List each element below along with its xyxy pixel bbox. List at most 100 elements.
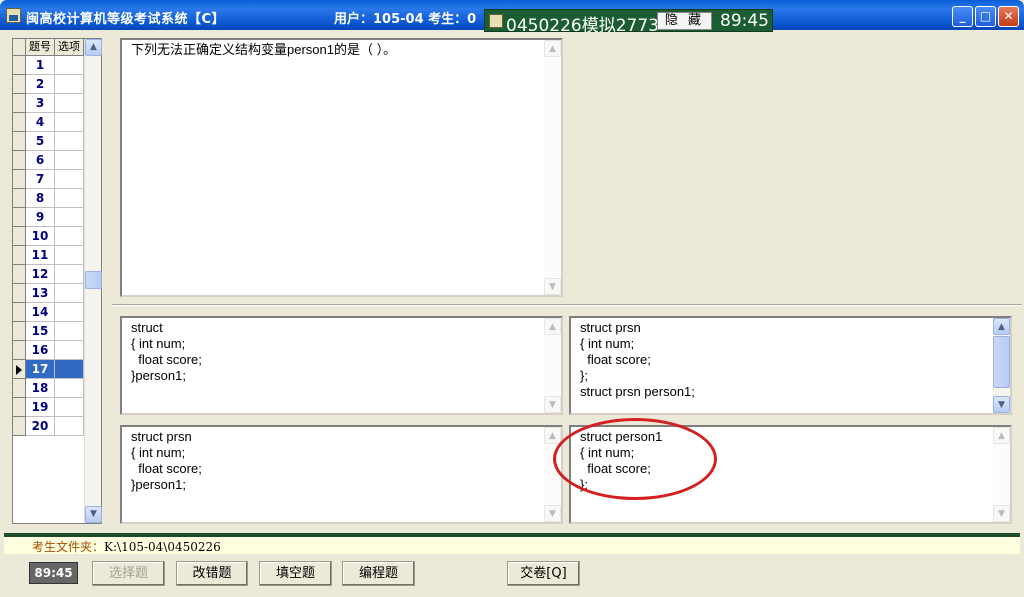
- answer-option-cell[interactable]: [55, 227, 84, 246]
- row-selector[interactable]: [13, 132, 26, 151]
- table-row[interactable]: 6: [13, 151, 84, 170]
- scroll-up-icon[interactable]: ▲: [993, 318, 1010, 335]
- option-b-pane[interactable]: struct prsn { int num; float score; }; s…: [569, 316, 1012, 415]
- table-row[interactable]: 1: [13, 56, 84, 75]
- scroll-down-icon[interactable]: ▼: [85, 506, 102, 523]
- question-number-cell[interactable]: 12: [26, 265, 55, 284]
- table-row[interactable]: 17: [13, 360, 84, 379]
- row-selector[interactable]: [13, 360, 26, 379]
- close-button[interactable]: ✕: [998, 6, 1019, 27]
- question-number-cell[interactable]: 7: [26, 170, 55, 189]
- question-number-cell[interactable]: 8: [26, 189, 55, 208]
- row-selector[interactable]: [13, 322, 26, 341]
- row-selector[interactable]: [13, 56, 26, 75]
- answer-option-cell[interactable]: [55, 94, 84, 113]
- question-number-cell[interactable]: 1: [26, 56, 55, 75]
- scroll-down-icon[interactable]: ▼: [993, 396, 1010, 413]
- table-row[interactable]: 9: [13, 208, 84, 227]
- row-selector[interactable]: [13, 303, 26, 322]
- table-row[interactable]: 11: [13, 246, 84, 265]
- table-row[interactable]: 3: [13, 94, 84, 113]
- table-row[interactable]: 2: [13, 75, 84, 94]
- question-number-cell[interactable]: 15: [26, 322, 55, 341]
- scroll-down-icon[interactable]: ▼: [544, 278, 561, 295]
- answer-option-cell[interactable]: [55, 56, 84, 75]
- grid-scrollbar[interactable]: ▲ ▼: [84, 39, 102, 523]
- answer-option-cell[interactable]: [55, 75, 84, 94]
- answer-option-cell[interactable]: [55, 265, 84, 284]
- question-number-cell[interactable]: 4: [26, 113, 55, 132]
- choice-question-button[interactable]: 选择题: [92, 561, 165, 586]
- question-number-cell[interactable]: 2: [26, 75, 55, 94]
- row-selector[interactable]: [13, 189, 26, 208]
- row-selector[interactable]: [13, 284, 26, 303]
- question-number-cell[interactable]: 17: [26, 360, 55, 379]
- row-selector[interactable]: [13, 170, 26, 189]
- row-selector[interactable]: [13, 208, 26, 227]
- answer-option-cell[interactable]: [55, 341, 84, 360]
- answer-option-cell[interactable]: [55, 246, 84, 265]
- question-number-cell[interactable]: 19: [26, 398, 55, 417]
- row-selector[interactable]: [13, 94, 26, 113]
- question-number-cell[interactable]: 16: [26, 341, 55, 360]
- question-number-cell[interactable]: 11: [26, 246, 55, 265]
- answer-option-cell[interactable]: [55, 417, 84, 436]
- row-selector[interactable]: [13, 379, 26, 398]
- option-a-scrollbar[interactable]: ▲ ▼: [544, 318, 561, 413]
- table-row[interactable]: 7: [13, 170, 84, 189]
- scroll-up-icon[interactable]: ▲: [993, 427, 1010, 444]
- table-row[interactable]: 8: [13, 189, 84, 208]
- answer-option-cell[interactable]: [55, 303, 84, 322]
- option-b-scrollbar[interactable]: ▲ ▼: [993, 318, 1010, 413]
- question-scrollbar[interactable]: ▲ ▼: [544, 40, 561, 295]
- question-number-cell[interactable]: 5: [26, 132, 55, 151]
- programming-button[interactable]: 编程题: [342, 561, 415, 586]
- question-number-cell[interactable]: 9: [26, 208, 55, 227]
- answer-option-cell[interactable]: [55, 322, 84, 341]
- table-row[interactable]: 20: [13, 417, 84, 436]
- hide-button[interactable]: 隐 藏: [657, 12, 712, 30]
- option-d-scrollbar[interactable]: ▲ ▼: [993, 427, 1010, 522]
- question-number-cell[interactable]: 3: [26, 94, 55, 113]
- scroll-up-icon[interactable]: ▲: [544, 318, 561, 335]
- question-number-cell[interactable]: 18: [26, 379, 55, 398]
- scroll-down-icon[interactable]: ▼: [544, 505, 561, 522]
- row-selector[interactable]: [13, 113, 26, 132]
- fix-error-button[interactable]: 改错题: [176, 561, 248, 586]
- row-selector[interactable]: [13, 417, 26, 436]
- table-row[interactable]: 12: [13, 265, 84, 284]
- question-number-cell[interactable]: 6: [26, 151, 55, 170]
- answer-option-cell[interactable]: [55, 170, 84, 189]
- answer-option-cell[interactable]: [55, 113, 84, 132]
- table-row[interactable]: 15: [13, 322, 84, 341]
- answer-option-cell[interactable]: [55, 379, 84, 398]
- question-number-cell[interactable]: 10: [26, 227, 55, 246]
- table-row[interactable]: 5: [13, 132, 84, 151]
- answer-option-cell[interactable]: [55, 189, 84, 208]
- table-row[interactable]: 16: [13, 341, 84, 360]
- scroll-thumb[interactable]: [85, 271, 102, 289]
- submit-button[interactable]: 交卷[Q]: [507, 561, 580, 586]
- answer-option-cell[interactable]: [55, 208, 84, 227]
- answer-option-cell[interactable]: [55, 151, 84, 170]
- row-selector[interactable]: [13, 151, 26, 170]
- scroll-up-icon[interactable]: ▲: [544, 427, 561, 444]
- row-selector[interactable]: [13, 246, 26, 265]
- row-selector[interactable]: [13, 227, 26, 246]
- answer-option-cell[interactable]: [55, 398, 84, 417]
- row-selector[interactable]: [13, 75, 26, 94]
- table-row[interactable]: 14: [13, 303, 84, 322]
- question-number-cell[interactable]: 20: [26, 417, 55, 436]
- answer-option-cell[interactable]: [55, 360, 84, 379]
- fill-blank-button[interactable]: 填空题: [259, 561, 332, 586]
- scroll-up-icon[interactable]: ▲: [544, 40, 561, 57]
- table-row[interactable]: 4: [13, 113, 84, 132]
- table-row[interactable]: 18: [13, 379, 84, 398]
- scroll-thumb[interactable]: [993, 336, 1010, 388]
- scroll-down-icon[interactable]: ▼: [993, 505, 1010, 522]
- question-grid[interactable]: 题号 选项 1 2 3 4 5 6 7 8 9 10 11 12 13 14 15 16 17 18 19 20 ▲ …: [12, 38, 102, 524]
- question-number-cell[interactable]: 13: [26, 284, 55, 303]
- answer-option-cell[interactable]: [55, 132, 84, 151]
- question-pane[interactable]: 下列无法正确定义结构变量person1的是（ ）。 ▲ ▼: [120, 38, 563, 297]
- row-selector[interactable]: [13, 398, 26, 417]
